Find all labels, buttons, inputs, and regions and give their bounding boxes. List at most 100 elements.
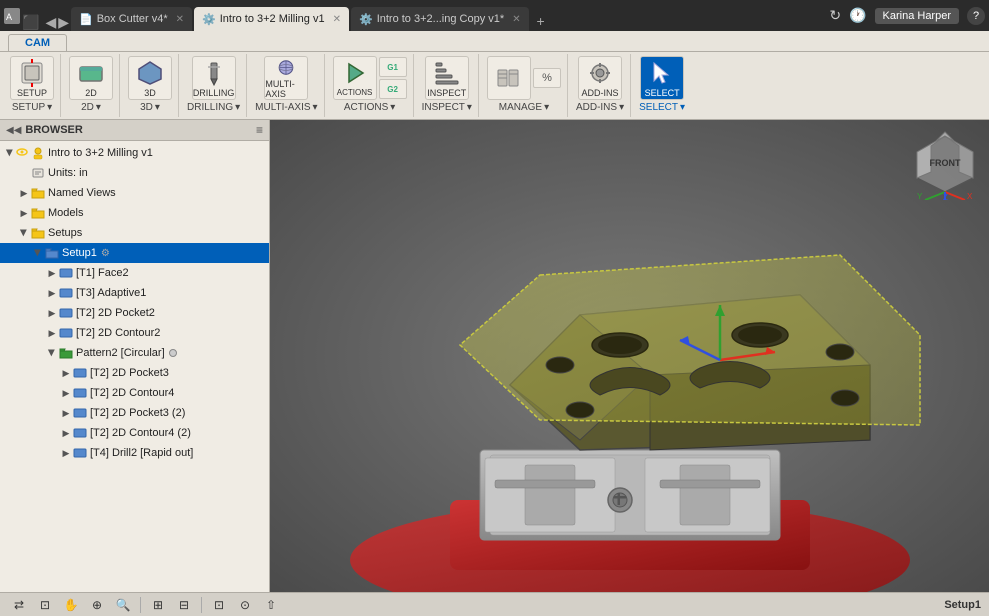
tree-item-label: Named Views — [48, 187, 116, 199]
tree-arrow[interactable]: ▶ — [32, 247, 44, 259]
setup-group-label[interactable]: SETUP ▾ — [12, 102, 52, 115]
actions-btn[interactable]: ACTIONS — [333, 56, 377, 100]
3d-viewport[interactable]: FRONT X Y Z — [270, 120, 989, 592]
multiaxis-group-label[interactable]: MULTI-AXIS ▾ — [255, 102, 317, 115]
addins-group-label[interactable]: ADD-INS ▾ — [576, 102, 624, 115]
tree-arrow[interactable]: ▶ — [46, 307, 58, 319]
tree-arrow[interactable]: ▶ — [60, 367, 72, 379]
select-group-label[interactable]: SELECT ▾ — [639, 102, 685, 115]
tool-pan[interactable]: ✋ — [60, 596, 82, 614]
tree-arrow[interactable]: ▶ — [60, 407, 72, 419]
manage-group-label[interactable]: MANAGE ▾ — [499, 102, 549, 115]
3d-scene — [270, 120, 989, 592]
toolbar-group-multiaxis: MULTI-AXIS MULTI-AXIS ▾ — [249, 54, 324, 117]
tool-capture[interactable]: ⊙ — [234, 596, 256, 614]
tree-item-pocket3-2[interactable]: ▶ [T2] 2D Pocket3 (2) — [0, 403, 269, 423]
toolbar-group-setup: SETUP SETUP ▾ — [4, 54, 61, 117]
tree-item-label: [T2] 2D Pocket2 — [76, 307, 155, 319]
tree-arrow[interactable]: ▶ — [4, 147, 16, 159]
tree-item-label: Setups — [48, 227, 82, 239]
addins-buttons: ADD-INS — [578, 56, 622, 100]
multiaxis-btn[interactable]: MULTI-AXIS — [264, 56, 308, 100]
tree-arrow[interactable]: ▶ — [46, 347, 58, 359]
inspect-group-label[interactable]: INSPECT ▾ — [422, 102, 472, 115]
tree-arrow[interactable]: ▶ — [18, 187, 30, 199]
browser-collapse-btn[interactable]: ◀◀ — [6, 125, 21, 136]
tree-item-setups[interactable]: ▶ Setups — [0, 223, 269, 243]
tree-arrow[interactable]: ▶ — [60, 447, 72, 459]
tree-arrow[interactable]: ▶ — [18, 207, 30, 219]
tree-item-label: Pattern2 [Circular] — [76, 347, 165, 359]
tool-zoom[interactable]: 🔍 — [112, 596, 134, 614]
tree-item-contour4-2[interactable]: ▶ [T2] 2D Contour4 (2) — [0, 423, 269, 443]
tree-arrow[interactable]: ▶ — [18, 227, 30, 239]
tree-item-root[interactable]: ▶ Intro to 3+2 Milling v1 — [0, 143, 269, 163]
cam-tab[interactable]: CAM — [8, 34, 67, 51]
tab-intro-milling[interactable]: ⚙️ Intro to 3+2 Milling v1 ✕ — [194, 7, 349, 31]
toolbar-group-3d: 3D 3D ▾ — [122, 54, 179, 117]
tree-item-pocket2[interactable]: ▶ [T2] 2D Pocket2 — [0, 303, 269, 323]
tree-arrow[interactable]: ▶ — [46, 327, 58, 339]
tree-item-models[interactable]: ▶ Models — [0, 203, 269, 223]
refresh-icon[interactable]: ↻ — [829, 7, 841, 24]
select-btn[interactable]: SELECT — [640, 56, 684, 100]
title-bar: A ⬛ ◀ ▶ 📄 Box Cutter v4* ✕ ⚙️ Intro to 3… — [0, 0, 989, 31]
tree-arrow[interactable]: ▶ — [46, 267, 58, 279]
tree-item-icon — [72, 365, 88, 381]
tree-item-label: [T2] 2D Contour4 (2) — [90, 427, 191, 439]
browser-menu-btn[interactable]: ≡ — [256, 123, 263, 137]
quick-access-icon[interactable]: ⬛ — [22, 14, 39, 31]
tool-zoom-fit[interactable]: ⊕ — [86, 596, 108, 614]
setup-btn[interactable]: SETUP — [10, 56, 54, 100]
3d-group-label[interactable]: 3D ▾ — [140, 102, 160, 115]
inspect-btn[interactable]: INSPECT — [425, 56, 469, 100]
drilling-group-label[interactable]: DRILLING ▾ — [187, 102, 240, 115]
tool-display-toggle[interactable]: ⊟ — [173, 596, 195, 614]
g1-btn[interactable]: G1 — [379, 57, 407, 77]
g2-btn[interactable]: G2 — [379, 79, 407, 99]
tab-close-btn[interactable]: ✕ — [512, 14, 520, 25]
manage-lib-btn[interactable] — [487, 56, 531, 100]
help-icon[interactable]: ? — [967, 7, 985, 25]
tree-item-adaptive1[interactable]: ▶ [T3] Adaptive1 — [0, 283, 269, 303]
actions-group-label[interactable]: ACTIONS ▾ — [344, 102, 395, 115]
tree-item-pocket3[interactable]: ▶ [T2] 2D Pocket3 — [0, 363, 269, 383]
tree-item-contour4[interactable]: ▶ [T2] 2D Contour4 — [0, 383, 269, 403]
gear-icon[interactable]: ⚙ — [101, 248, 110, 259]
tree-arrow[interactable]: ▶ — [60, 387, 72, 399]
tab-box-cutter[interactable]: 📄 Box Cutter v4* ✕ — [71, 7, 192, 31]
eye-icon[interactable] — [16, 146, 28, 161]
tree-item-face2[interactable]: ▶ [T1] Face2 — [0, 263, 269, 283]
nav-back-btn[interactable]: ◀ — [45, 14, 56, 31]
tab-close-btn[interactable]: ✕ — [176, 14, 184, 25]
toolbar-group-select: SELECT SELECT ▾ — [633, 54, 691, 117]
tree-item-label: [T2] 2D Contour2 — [76, 327, 160, 339]
drilling-btn[interactable]: DRILLING — [192, 56, 236, 100]
tree-item-named-views[interactable]: ▶ Named Views — [0, 183, 269, 203]
tool-share[interactable]: ⇧ — [260, 596, 282, 614]
tool-home[interactable]: ⊡ — [34, 596, 56, 614]
addins-btn[interactable]: ADD-INS — [578, 56, 622, 100]
2d-group-label[interactable]: 2D ▾ — [81, 102, 101, 115]
new-tab-btn[interactable]: + — [531, 11, 551, 31]
3d-btn[interactable]: 3D — [128, 56, 172, 100]
tree-item-drill2[interactable]: ▶ [T4] Drill2 [Rapid out] — [0, 443, 269, 463]
tree-item-contour2[interactable]: ▶ [T2] 2D Contour2 — [0, 323, 269, 343]
user-btn[interactable]: Karina Harper — [875, 8, 959, 24]
view-cube[interactable]: FRONT X Y Z — [909, 128, 981, 200]
tool-view-settings[interactable]: ⊡ — [208, 596, 230, 614]
tree-arrow[interactable]: ▶ — [46, 287, 58, 299]
tree-item-units[interactable]: Units: in — [0, 163, 269, 183]
tree-item-pattern2[interactable]: ▶ Pattern2 [Circular] — [0, 343, 269, 363]
tree-arrow[interactable] — [18, 167, 30, 179]
tab-close-btn[interactable]: ✕ — [333, 14, 341, 25]
manage-pct-btn[interactable]: % — [533, 68, 561, 88]
tool-grid-toggle[interactable]: ⊞ — [147, 596, 169, 614]
nav-forward-btn[interactable]: ▶ — [58, 14, 69, 31]
tool-orbit[interactable]: ⇄ — [8, 596, 30, 614]
tree-item-label: [T4] Drill2 [Rapid out] — [90, 447, 193, 459]
2d-btn[interactable]: 2D — [69, 56, 113, 100]
tree-item-setup1[interactable]: ▶ Setup1 ⚙ — [0, 243, 269, 263]
tree-arrow[interactable]: ▶ — [60, 427, 72, 439]
tab-intro-milling-copy[interactable]: ⚙️ Intro to 3+2...ing Copy v1* ✕ — [351, 7, 529, 31]
